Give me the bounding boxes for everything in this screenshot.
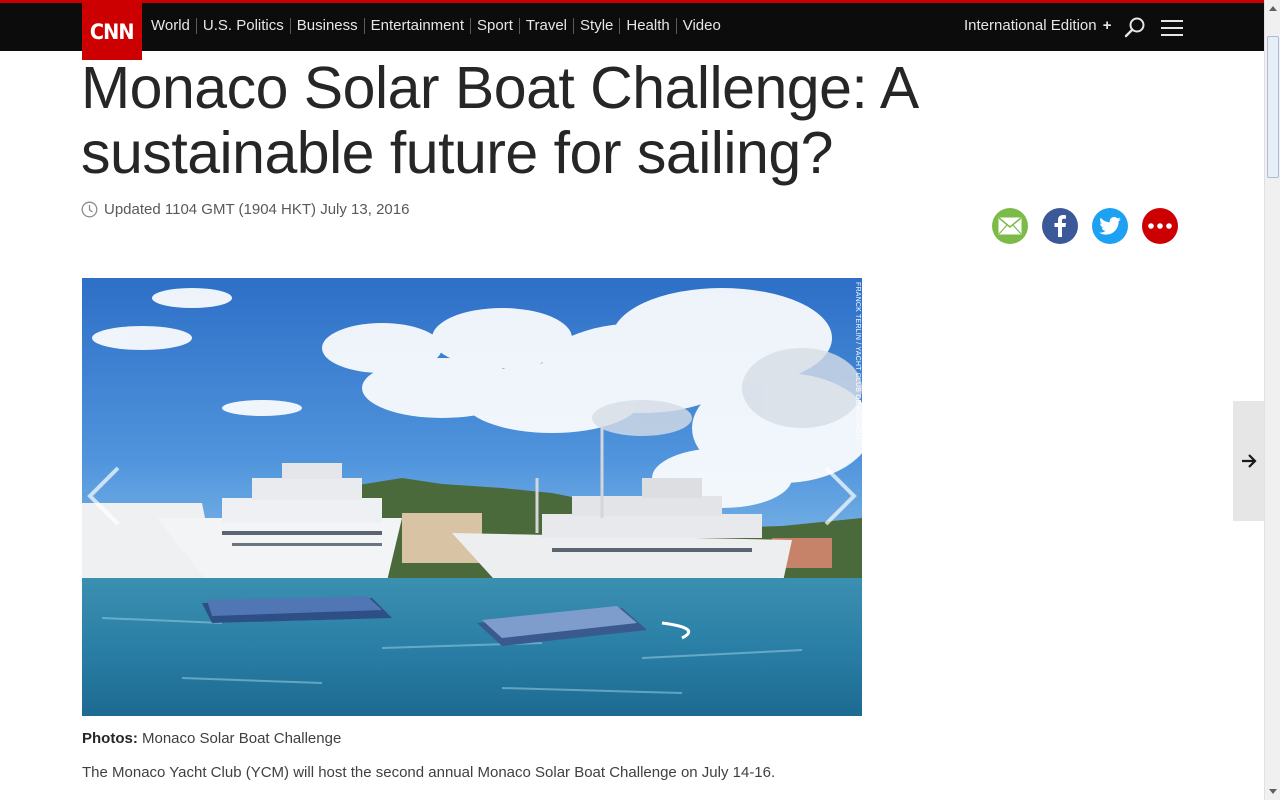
- twitter-icon: [1099, 217, 1121, 235]
- article-headline: Monaco Solar Boat Challenge: A sustainab…: [81, 55, 916, 186]
- photo-caption: Photos: Monaco Solar Boat Challenge: [82, 730, 341, 747]
- share-more-button[interactable]: [1142, 208, 1178, 244]
- hamburger-menu-icon[interactable]: [1161, 19, 1183, 37]
- search-icon[interactable]: [1124, 16, 1146, 38]
- more-dots-icon: [1148, 223, 1172, 229]
- edition-selector[interactable]: International Edition +: [964, 17, 1112, 34]
- scroll-thumb[interactable]: [1267, 36, 1279, 178]
- article-paragraph: The Monaco Yacht Club (YCM) will host th…: [82, 764, 776, 781]
- nav-item-sport[interactable]: Sport: [471, 18, 520, 34]
- edition-plus-icon: +: [1102, 17, 1112, 34]
- nav-item-travel[interactable]: Travel: [520, 18, 575, 34]
- facebook-icon: [1054, 215, 1066, 237]
- nav-item-style[interactable]: Style: [574, 18, 621, 34]
- article-timestamp: Updated 1104 GMT (1904 HKT) July 13, 201…: [81, 201, 409, 218]
- edition-label: International Edition: [964, 17, 1097, 34]
- top-navigation-bar: World U.S. Politics Business Entertainme…: [0, 0, 1264, 51]
- chevron-right-icon[interactable]: [820, 466, 860, 526]
- scroll-up-arrow-icon[interactable]: [1265, 0, 1280, 17]
- nav-item-video[interactable]: Video: [677, 18, 727, 34]
- clock-icon: [81, 201, 98, 218]
- share-twitter-button[interactable]: [1092, 208, 1128, 244]
- photo-credit-text: FRANCK TERLIN / YACHT CLUB DE MONACO: [854, 282, 861, 440]
- vertical-scrollbar[interactable]: [1264, 0, 1280, 800]
- updated-text: Updated 1104 GMT (1904 HKT) July 13, 201…: [104, 201, 410, 218]
- chevron-left-icon[interactable]: [84, 466, 124, 526]
- arrow-right-icon: [1241, 454, 1257, 468]
- nav-item-business[interactable]: Business: [291, 18, 365, 34]
- cnn-logo[interactable]: CNN: [82, 3, 142, 60]
- nav-item-us-politics[interactable]: U.S. Politics: [197, 18, 291, 34]
- caption-label: Photos:: [82, 730, 138, 747]
- next-story-button[interactable]: [1233, 401, 1264, 521]
- share-email-button[interactable]: [992, 208, 1028, 244]
- photo-solar-boats-monaco: [82, 278, 862, 716]
- gallery-photo[interactable]: [82, 278, 862, 716]
- section-nav: World U.S. Politics Business Entertainme…: [145, 14, 727, 38]
- nav-item-entertainment[interactable]: Entertainment: [365, 18, 472, 34]
- nav-item-world[interactable]: World: [145, 18, 197, 34]
- nav-item-health[interactable]: Health: [620, 18, 677, 34]
- photo-credit: FRANCK TERLIN / YACHT CLUB DE MONACO: [853, 282, 861, 442]
- caption-text: Monaco Solar Boat Challenge: [142, 730, 342, 747]
- scroll-down-arrow-icon[interactable]: [1265, 783, 1280, 800]
- logo-text: CNN: [90, 19, 135, 44]
- envelope-icon: [998, 217, 1022, 235]
- share-facebook-button[interactable]: [1042, 208, 1078, 244]
